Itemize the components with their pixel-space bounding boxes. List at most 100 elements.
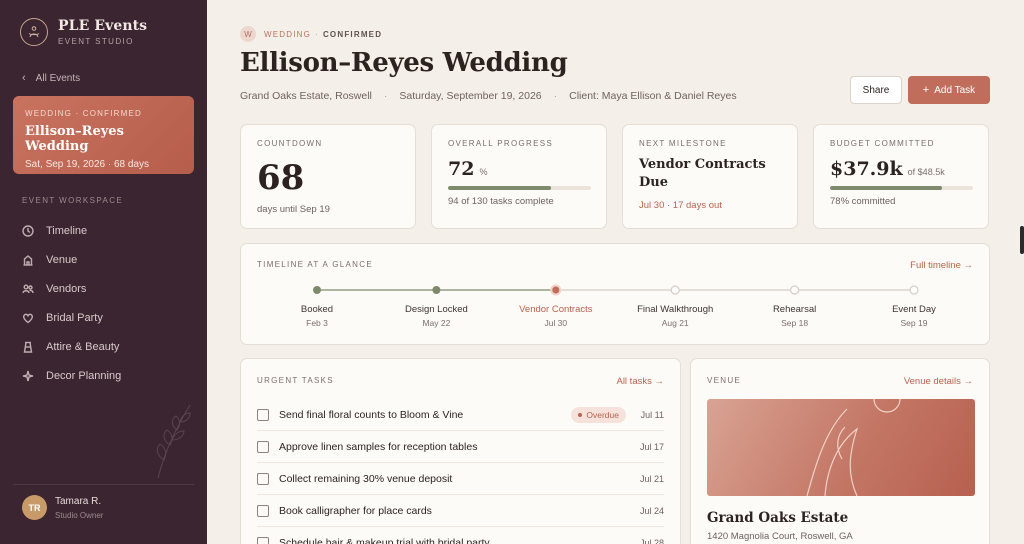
brand-logo-icon xyxy=(20,18,48,46)
breadcrumb-separator: · xyxy=(315,29,319,39)
task-checkbox[interactable] xyxy=(257,536,269,544)
brand-subtitle: EVENT STUDIO xyxy=(58,37,134,46)
event-meta: Grand Oaks Estate, Roswell · Saturday, S… xyxy=(240,90,737,102)
sidebar-item-timeline[interactable]: Timeline xyxy=(22,216,121,245)
budget-label: BUDGET COMMITTED xyxy=(830,139,935,148)
plus-icon: + xyxy=(922,84,930,96)
task-row[interactable]: Collect remaining 30% venue deposit Jul 2… xyxy=(257,463,664,495)
venue-address: 1420 Magnolia Court, Roswell, GA xyxy=(707,531,853,542)
venue-card: VENUE Venue details → Grand Oaks Estate … xyxy=(690,358,990,544)
people-icon xyxy=(22,284,34,293)
task-list: Send final floral counts to Bloom & Vine… xyxy=(257,399,664,544)
task-row[interactable]: Send final floral counts to Bloom & Vine… xyxy=(257,399,664,431)
leaf-decoration-icon xyxy=(150,400,195,485)
timeline-milestone-dot[interactable] xyxy=(432,286,441,294)
event-date: Saturday, September 19, 2026 xyxy=(399,90,542,102)
task-checkbox[interactable] xyxy=(257,504,269,517)
sidebar-item-label: Venue xyxy=(46,253,78,266)
sidebar-item-vendors[interactable]: Vendors xyxy=(22,274,121,303)
sidebar-item-label: Decor Planning xyxy=(46,369,122,382)
main-content: W WEDDING · CONFIRMED Ellison–Reyes Wedd… xyxy=(207,0,1024,544)
timeline-milestone-name: Booked xyxy=(301,304,333,315)
budget-total: of $48.5k xyxy=(907,167,945,177)
timeline-milestone-dot[interactable] xyxy=(550,284,562,296)
timeline-milestone-date: Jul 30 xyxy=(544,318,567,328)
sidebar-item-decor-planning[interactable]: Decor Planning xyxy=(22,361,121,390)
task-text: Collect remaining 30% venue deposit xyxy=(279,472,453,485)
task-checkbox[interactable] xyxy=(257,472,269,485)
budget-bar xyxy=(830,186,973,190)
timeline-milestone-name: Vendor Contracts xyxy=(519,304,593,315)
milestone-date: Jul 30 · 17 days out xyxy=(639,200,722,211)
task-due-date: Jul 17 xyxy=(639,441,664,452)
breadcrumb-status: CONFIRMED xyxy=(322,29,383,39)
full-timeline-link[interactable]: Full timeline → xyxy=(910,260,973,271)
timeline-milestone-date: May 22 xyxy=(422,318,450,328)
task-text: Schedule hair & makeup trial with bridal… xyxy=(279,536,490,544)
milestone-label: NEXT MILESTONE xyxy=(639,139,727,148)
task-due-date: Jul 21 xyxy=(639,473,664,484)
page-title: Ellison–Reyes Wedding xyxy=(240,48,568,78)
event-type-badge: W xyxy=(240,26,256,42)
task-text: Book calligrapher for place cards xyxy=(279,504,432,517)
back-link-label: All Events xyxy=(35,72,81,84)
sidebar-item-label: Vendors xyxy=(46,282,87,295)
clock-icon xyxy=(22,224,34,237)
timeline-milestone-date: Feb 3 xyxy=(306,318,328,328)
timeline-milestone-dot[interactable] xyxy=(789,285,800,295)
venue-image xyxy=(707,399,975,496)
sidebar-item-label: Attire & Beauty xyxy=(46,340,120,353)
sidebar-item-label: Bridal Party xyxy=(46,311,103,324)
brand-name: PLE Events xyxy=(58,18,148,34)
event-card-tag: WEDDING · CONFIRMED xyxy=(25,109,143,118)
overdue-dot-icon xyxy=(578,412,583,417)
countdown-value: 68 xyxy=(257,158,305,198)
brand[interactable]: PLE Events EVENT STUDIO xyxy=(20,18,147,46)
active-event-card[interactable]: WEDDING · CONFIRMED Ellison–Reyes Weddin… xyxy=(13,96,194,174)
breadcrumb: W WEDDING · CONFIRMED xyxy=(240,26,382,42)
sidebar-item-bridal-party[interactable]: Bridal Party xyxy=(22,303,121,332)
timeline-milestone-dot[interactable] xyxy=(670,285,680,295)
heart-icon xyxy=(22,313,34,323)
timeline-milestone-name: Event Day xyxy=(892,304,936,315)
timeline-milestone-dot[interactable] xyxy=(909,285,919,295)
meta-separator: · xyxy=(383,90,388,102)
sidebar-item-venue[interactable]: Venue xyxy=(22,245,121,274)
overdue-badge: Overdue xyxy=(571,406,626,423)
share-button[interactable]: Share xyxy=(850,76,902,104)
timeline-milestone-date: Sep 19 xyxy=(901,318,928,328)
sidebar-item-label: Timeline xyxy=(46,224,88,237)
budget-value: $37.9k xyxy=(830,158,903,180)
countdown-sub: days until Sep 19 xyxy=(257,204,330,215)
add-task-button[interactable]: + Add Task xyxy=(908,76,990,104)
timeline-milestone-dot[interactable] xyxy=(313,286,321,294)
task-row[interactable]: Schedule hair & makeup trial with bridal… xyxy=(257,527,664,544)
task-checkbox[interactable] xyxy=(257,440,269,453)
task-text: Approve linen samples for reception tabl… xyxy=(279,440,478,453)
task-checkbox[interactable] xyxy=(257,408,269,421)
all-tasks-link[interactable]: All tasks → xyxy=(616,376,664,387)
sidebar-item-attire-beauty[interactable]: Attire & Beauty xyxy=(22,332,121,361)
user-role: Studio Owner xyxy=(55,510,104,520)
progress-bar xyxy=(448,186,591,190)
venue-details-link[interactable]: Venue details → xyxy=(904,376,973,387)
venue-illustration-icon xyxy=(806,399,901,496)
task-text: Send final floral counts to Bloom & Vine xyxy=(279,408,464,421)
progress-value: 72 xyxy=(448,158,475,180)
task-row[interactable]: Book calligrapher for place cards Jul 24 xyxy=(257,495,664,527)
task-due-date: Jul 24 xyxy=(639,505,664,516)
task-row[interactable]: Approve linen samples for reception tabl… xyxy=(257,431,664,463)
add-task-label: Add Task xyxy=(934,84,976,96)
back-to-all-events-link[interactable]: ‹ All Events xyxy=(22,72,80,84)
venue-label: VENUE xyxy=(707,376,742,385)
scrollbar-handle[interactable] xyxy=(1020,226,1024,254)
event-location: Grand Oaks Estate, Roswell xyxy=(240,90,372,102)
next-milestone-card[interactable]: NEXT MILESTONE Vendor Contracts Due Jul … xyxy=(622,124,798,229)
budget-bar-fill xyxy=(830,186,942,190)
timeline-milestone-name: Rehearsal xyxy=(773,304,816,315)
task-due-date: Jul 28 xyxy=(639,537,664,544)
user-profile[interactable]: TR Tamara R. Studio Owner xyxy=(22,495,103,520)
task-due-date: Jul 11 xyxy=(640,409,664,420)
sidebar-divider xyxy=(13,484,194,485)
budget-card: BUDGET COMMITTED $37.9k of $48.5k 78% co… xyxy=(813,124,989,229)
